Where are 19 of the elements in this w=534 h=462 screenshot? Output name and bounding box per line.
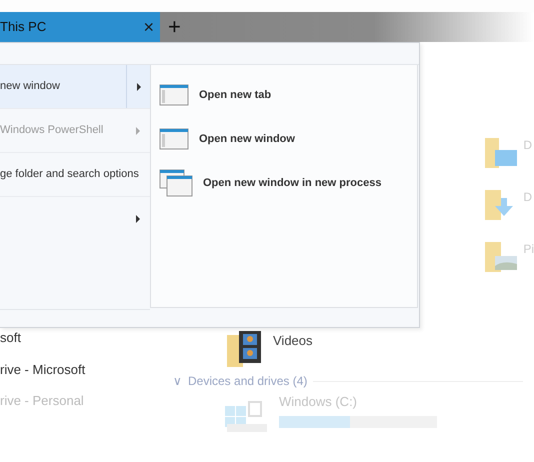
folder-icon — [483, 136, 518, 170]
window-icon — [159, 128, 189, 150]
tab[interactable]: This PC × — [0, 12, 160, 42]
window-icon — [159, 84, 189, 106]
menu-item[interactable]: ge folder and search options — [0, 153, 139, 196]
submenu-item[interactable]: Open new window in new process — [151, 161, 388, 205]
nav-item[interactable]: rive - Microsoft — [0, 360, 165, 379]
submenu-arrow-icon — [135, 215, 141, 223]
nav-item[interactable]: soft — [0, 328, 165, 348]
close-button[interactable]: × — [143, 18, 154, 36]
submenu-arrow-icon — [135, 126, 141, 134]
video-folder-icon — [227, 329, 263, 369]
picture-folder-icon — [483, 240, 518, 274]
new-tab-button[interactable]: + — [160, 12, 189, 42]
submenu-arrow-icon — [136, 82, 142, 90]
folder-label[interactable]: Videos — [273, 331, 313, 350]
submenu-item[interactable]: Open new window — [151, 117, 301, 161]
windows-icon — [159, 169, 193, 197]
submenu-item[interactable]: Open new tab — [151, 73, 278, 117]
